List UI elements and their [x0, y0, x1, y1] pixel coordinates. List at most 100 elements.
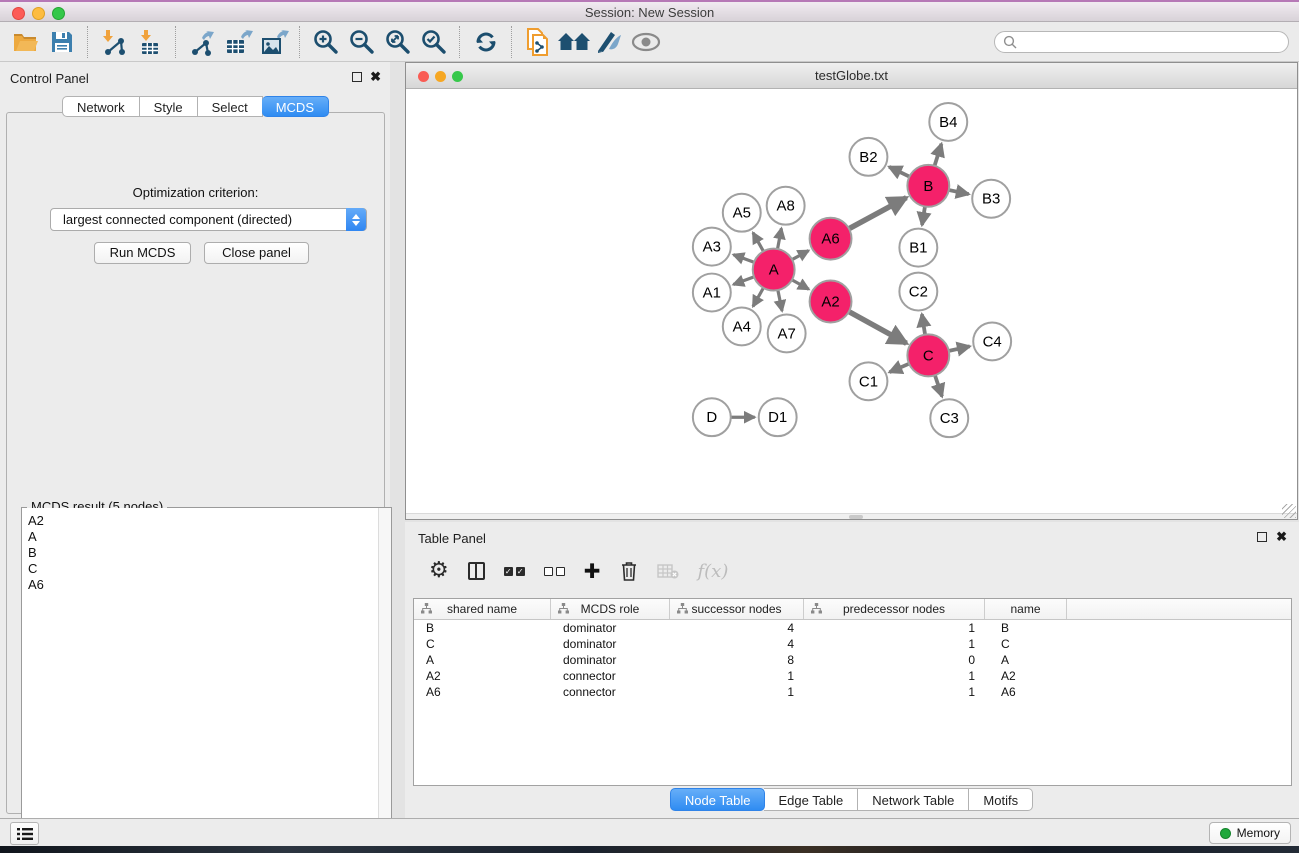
graph-node-C[interactable]: C: [907, 334, 949, 376]
tab-select[interactable]: Select: [198, 96, 263, 117]
graph-edge-A-A1[interactable]: [733, 277, 755, 285]
graph-node-D[interactable]: D: [693, 398, 731, 436]
run-mcds-button[interactable]: Run MCDS: [94, 242, 191, 264]
graph-node-B3[interactable]: B3: [972, 180, 1010, 218]
mcds-result-item[interactable]: A: [28, 529, 378, 545]
export-table-icon[interactable]: [220, 25, 256, 59]
float-panel-icon[interactable]: [352, 72, 362, 82]
graph-node-C2[interactable]: C2: [899, 273, 937, 311]
graph-node-C4[interactable]: C4: [973, 322, 1011, 360]
graph-edge-B-B4[interactable]: [934, 144, 941, 167]
graph-edge-A-A6[interactable]: [791, 251, 808, 260]
network-hscrollbar[interactable]: [406, 513, 1297, 519]
mcds-result-item[interactable]: A6: [28, 577, 378, 593]
graph-edge-A2-C[interactable]: [848, 311, 906, 343]
table-tab-motifs[interactable]: Motifs: [969, 788, 1033, 811]
column-header-MCDS-role[interactable]: MCDS role: [551, 599, 670, 619]
column-header-shared-name[interactable]: shared name: [414, 599, 551, 619]
table-tab-network-table[interactable]: Network Table: [858, 788, 969, 811]
graph-node-B4[interactable]: B4: [929, 103, 967, 141]
search-field[interactable]: [994, 31, 1289, 53]
table-row[interactable]: Adominator80A: [414, 652, 1291, 668]
table-tab-node-table[interactable]: Node Table: [670, 788, 766, 811]
graph-edge-C-C1[interactable]: [890, 363, 910, 372]
graph-node-A[interactable]: A: [753, 249, 795, 291]
graph-edge-C-C4[interactable]: [948, 346, 970, 351]
resize-grip-icon[interactable]: [1282, 504, 1296, 518]
zoom-fit-icon[interactable]: [380, 25, 416, 59]
table-tab-edge-table[interactable]: Edge Table: [764, 788, 858, 811]
table-row[interactable]: A2connector11A2: [414, 668, 1291, 684]
close-panel-button[interactable]: Close panel: [204, 242, 309, 264]
table-settings-gear-icon[interactable]: ⚙: [429, 558, 449, 584]
zoom-selected-icon[interactable]: [416, 25, 452, 59]
graph-edge-A-A3[interactable]: [733, 255, 755, 263]
network-window-titlebar[interactable]: testGlobe.txt: [406, 63, 1297, 89]
graph-edge-A-A7[interactable]: [778, 289, 782, 311]
search-input[interactable]: [1023, 34, 1280, 50]
table-row[interactable]: A6connector11A6: [414, 684, 1291, 700]
delete-column-trash-icon[interactable]: [620, 558, 638, 584]
graph-node-A2[interactable]: A2: [810, 281, 852, 323]
mcds-result-item[interactable]: A2: [28, 513, 378, 529]
export-network-icon[interactable]: [184, 25, 220, 59]
column-header-name[interactable]: name: [985, 599, 1067, 619]
open-folder-icon[interactable]: [8, 25, 44, 59]
graph-node-A6[interactable]: A6: [810, 218, 852, 260]
table-row[interactable]: Bdominator41B: [414, 620, 1291, 636]
import-network-icon[interactable]: [96, 25, 132, 59]
save-session-icon[interactable]: [44, 25, 80, 59]
home-layout-icon[interactable]: [556, 25, 592, 59]
graph-edge-C-C2[interactable]: [922, 314, 925, 335]
clone-network-icon[interactable]: [520, 25, 556, 59]
graph-edge-B-B3[interactable]: [948, 190, 969, 194]
zoom-in-icon[interactable]: [308, 25, 344, 59]
graph-node-D1[interactable]: D1: [759, 398, 797, 436]
graph-edge-B-B2[interactable]: [889, 167, 910, 177]
table-float-panel-icon[interactable]: [1257, 532, 1267, 542]
graph-edge-A6-B[interactable]: [848, 198, 906, 230]
tab-mcds[interactable]: MCDS: [262, 96, 329, 117]
graph-node-A3[interactable]: A3: [693, 228, 731, 266]
dropdown-stepper-icon[interactable]: [346, 208, 366, 231]
node-table[interactable]: shared nameMCDS rolesuccessor nodesprede…: [413, 598, 1292, 786]
zoom-out-icon[interactable]: [344, 25, 380, 59]
mcds-result-item[interactable]: C: [28, 561, 378, 577]
mcds-result-list[interactable]: A2ABCA6: [22, 508, 378, 853]
graph-edge-A-A2[interactable]: [791, 279, 809, 289]
graph-edge-A-A5[interactable]: [753, 233, 764, 252]
column-header-predecessor-nodes[interactable]: predecessor nodes: [804, 599, 985, 619]
network-canvas[interactable]: B4B2BB3A8A5A6B1A3AC2A1A2A4A7C4CC1C3DD1: [407, 89, 1296, 513]
show-panel-eye-icon[interactable]: [628, 25, 664, 59]
graph-edge-C-C3[interactable]: [935, 374, 942, 396]
graph-node-B1[interactable]: B1: [899, 229, 937, 267]
graph-node-B2[interactable]: B2: [850, 138, 888, 176]
graph-node-A1[interactable]: A1: [693, 274, 731, 312]
deselect-all-columns-icon[interactable]: [544, 558, 565, 584]
memory-button[interactable]: Memory: [1209, 822, 1291, 844]
mcds-result-scrollbar[interactable]: [378, 508, 391, 853]
task-history-button[interactable]: [10, 822, 39, 845]
import-table-icon[interactable]: [132, 25, 168, 59]
graph-node-B[interactable]: B: [907, 165, 949, 207]
graph-node-A7[interactable]: A7: [768, 314, 806, 352]
graph-node-A8[interactable]: A8: [767, 187, 805, 225]
select-all-columns-icon[interactable]: ✓✓: [504, 558, 525, 584]
graph-node-C1[interactable]: C1: [850, 362, 888, 400]
tab-style[interactable]: Style: [140, 96, 198, 117]
export-image-icon[interactable]: [256, 25, 292, 59]
column-header-successor-nodes[interactable]: successor nodes: [670, 599, 804, 619]
add-column-icon[interactable]: ✚: [584, 558, 601, 584]
column-chooser-icon[interactable]: [468, 558, 485, 584]
graph-edge-A-A4[interactable]: [753, 287, 764, 306]
mcds-result-item[interactable]: B: [28, 545, 378, 561]
graph-node-A5[interactable]: A5: [723, 194, 761, 232]
table-row[interactable]: Cdominator41C: [414, 636, 1291, 652]
table-close-panel-icon[interactable]: ✖: [1276, 532, 1287, 542]
optimization-criterion-dropdown[interactable]: largest connected component (directed): [50, 208, 367, 231]
graph-edge-B-B1[interactable]: [922, 205, 925, 225]
graph-node-C3[interactable]: C3: [930, 399, 968, 437]
refresh-icon[interactable]: [468, 25, 504, 59]
graph-edge-A-A8[interactable]: [777, 228, 781, 250]
tab-network[interactable]: Network: [62, 96, 140, 117]
